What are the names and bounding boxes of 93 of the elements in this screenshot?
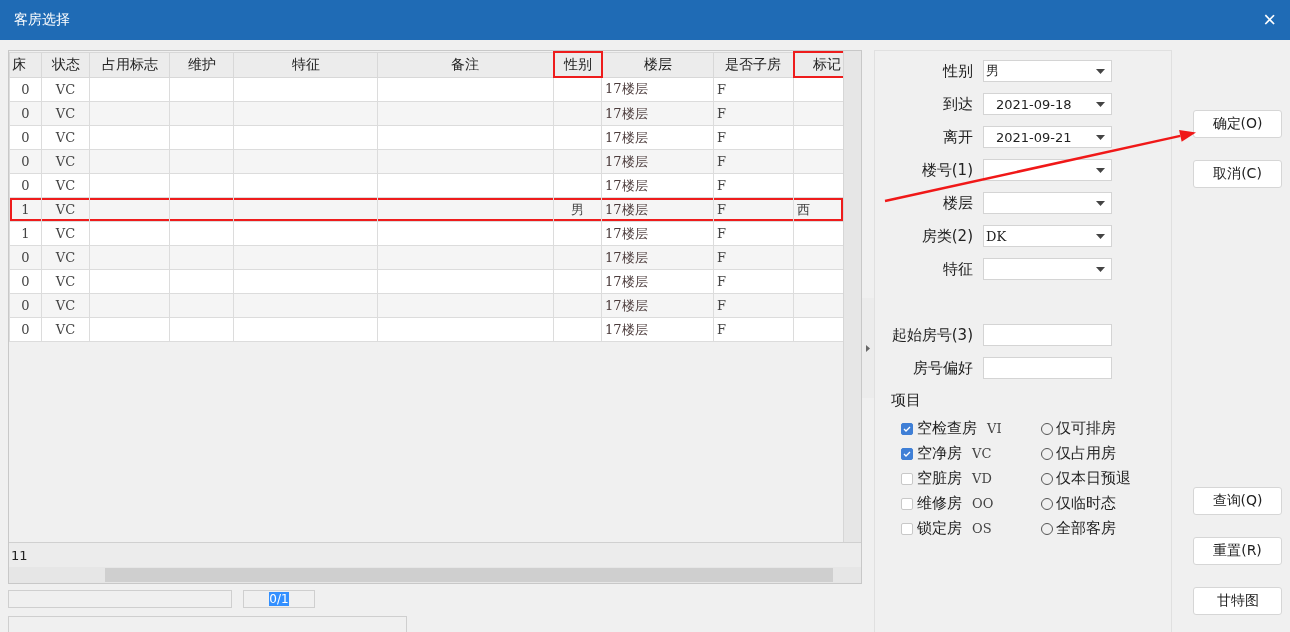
column-header[interactable]: 维护 [169,52,234,77]
caret-icon[interactable] [1096,266,1105,272]
dropdown-field[interactable]: 2021-09-21 [983,126,1112,148]
status-code: OO [972,496,994,511]
column-header[interactable]: 床 [9,52,42,77]
input-field[interactable] [983,357,1112,379]
field-label: 到达 [942,94,974,114]
radio-label: 仅本日预退 [1056,469,1131,488]
checkbox[interactable] [901,422,913,435]
table-cell: 0 [9,173,42,198]
action-button[interactable]: 查询(Q) [1193,487,1282,515]
checkbox[interactable] [901,447,913,460]
dropdown-field[interactable]: DK [983,225,1112,247]
checkbox-label: 锁定房 [917,519,962,538]
checkbox-label: 空检查房 [917,419,977,438]
column-header[interactable]: 性别 [553,52,602,77]
field-label: 性别 [941,61,974,81]
table-cell: 17楼层 [601,293,714,318]
caret-icon[interactable] [1096,167,1105,173]
table-cell: 1 [9,221,42,246]
field-label: 房类(2) [920,226,974,246]
column-header[interactable]: 特征 [233,52,378,77]
field-label: 楼层 [942,193,974,213]
status-code: VC [972,446,992,461]
field-label: 起始房号(3) [890,325,974,345]
field-label: 离开 [942,127,974,147]
table-cell: 17楼层 [601,317,714,342]
radio-label: 全部客房 [1056,519,1116,538]
section-label: 项目 [891,391,922,410]
close-button[interactable]: × [1259,9,1280,31]
column-header[interactable]: 状态 [41,52,90,77]
table-cell: 1 [9,197,42,222]
field-label: 特征 [942,259,974,279]
action-button[interactable]: 重置(R) [1193,537,1282,565]
vertical-scrollbar[interactable] [843,51,861,543]
table-cell: 17楼层 [601,245,714,270]
table-cell: 17楼层 [601,101,714,126]
checkbox[interactable] [901,472,913,485]
radio-label: 仅占用房 [1056,444,1116,463]
window-title: 客房选择 [14,11,70,29]
caret-icon[interactable] [1096,134,1105,140]
checkbox-label: 维修房 [917,494,962,513]
checkbox-label: 空净房 [917,444,962,463]
checkbox[interactable] [901,497,913,510]
caret-icon[interactable] [1096,200,1105,206]
action-button[interactable]: 甘特图 [1193,587,1282,615]
table-cell: 17楼层 [601,269,714,294]
scrollbar-thumb[interactable] [105,568,833,583]
dropdown-field[interactable]: 2021-09-18 [983,93,1112,115]
table-cell: 0 [9,317,42,342]
table-cell: 17楼层 [601,197,714,222]
page-indicator: 0/1 [269,592,289,607]
column-header[interactable]: 楼层 [601,52,714,77]
table-cell: 0 [9,149,42,174]
table-cell: 17楼层 [601,77,714,102]
table-cell: 17楼层 [601,125,714,150]
status-code: OS [972,521,992,536]
field-label: 房号偏好 [912,358,974,378]
table-cell: F [713,77,794,102]
horizontal-scrollbar[interactable] [9,567,861,584]
checkbox-label: 空脏房 [917,469,962,488]
table-cell: 17楼层 [601,173,714,198]
table-cell: 0 [9,125,42,150]
dropdown-field[interactable] [983,258,1112,280]
table-cell: 0 [9,101,42,126]
status-code: VD [972,471,992,486]
field-label: 楼号(1) [920,160,974,180]
checkbox[interactable] [901,522,913,535]
radio-label: 仅临时态 [1056,494,1116,513]
table-cell: 0 [9,77,42,102]
table-cell: 0 [9,269,42,294]
column-header[interactable]: 标记 [793,52,844,77]
column-header[interactable]: 占用标志 [89,52,170,77]
table-cell: 0 [9,293,42,318]
table-cell: 17楼层 [601,221,714,246]
input-field[interactable] [983,324,1112,346]
caret-icon[interactable] [1096,233,1105,239]
dropdown-field[interactable]: 男 [983,60,1112,82]
row-count: 11 [11,547,28,563]
dropdown-field[interactable] [983,192,1112,214]
dropdown-field[interactable] [983,159,1112,181]
column-header[interactable]: 备注 [377,52,554,77]
radio-label: 仅可排房 [1056,419,1116,438]
splitter-handle[interactable] [862,298,874,398]
expand-arrow-icon[interactable] [866,344,870,352]
table-cell: 0 [9,245,42,270]
status-code: VI [987,421,1002,436]
table-cell: 17楼层 [601,149,714,174]
column-header[interactable]: 是否子房 [713,52,794,77]
caret-icon[interactable] [1096,101,1105,107]
action-button[interactable]: 取消(C) [1193,160,1282,188]
caret-icon[interactable] [1096,68,1105,74]
action-button[interactable]: 确定(O) [1193,110,1282,138]
